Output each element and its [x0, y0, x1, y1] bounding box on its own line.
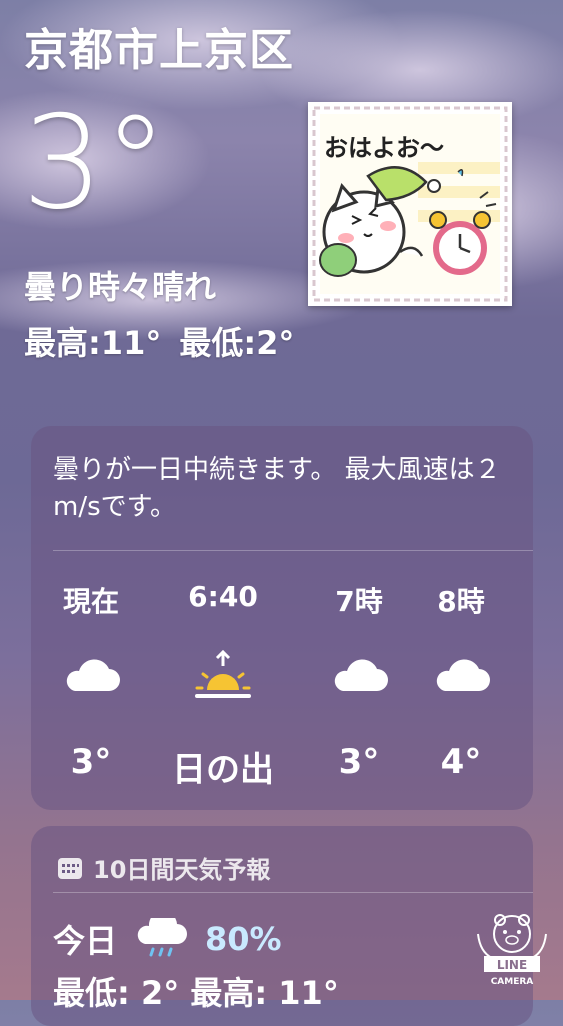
sunrise-icon [161, 638, 285, 712]
weather-condition: 曇り時々晴れ [24, 268, 217, 306]
cat-sticker-illustration: おはよお〜 [308, 102, 512, 306]
hour-label: 6:40 [188, 580, 258, 613]
calendar-icon [58, 857, 82, 879]
hour-item-8[interactable]: 8時 4° [401, 580, 521, 782]
good-morning-sticker: おはよお〜 [308, 102, 512, 306]
hour-label: 現在 [62, 585, 119, 618]
precip-chance: 80% [205, 920, 282, 958]
day-label: 今日 [53, 922, 118, 960]
day-row-today[interactable]: 今日 80% [53, 916, 282, 962]
ten-day-title: 10日間天気予報 [93, 856, 271, 884]
line-camera-watermark: LINE CAMERA [472, 912, 552, 990]
watermark-brand: LINE [497, 958, 527, 972]
cloud-icon [401, 638, 521, 712]
rain-cloud-icon [137, 918, 188, 957]
hour-temp: 4° [440, 742, 482, 782]
current-temperature: 3° [22, 89, 168, 238]
sticker-text: おはよお〜 [324, 134, 444, 162]
hourly-forecast-card[interactable]: 曇りが一日中続きます。 最大風速は２m/sです。 現在 3° 6:40 日の出 … [31, 426, 533, 810]
high-low: 最高:11° 最低:2° [24, 318, 312, 364]
high-temp: 最高:11° [24, 324, 162, 362]
ten-day-header: 10日間天気予報 [57, 850, 270, 885]
low-temp: 最低:2° [179, 324, 295, 362]
forecast-summary: 曇りが一日中続きます。 最大風速は２m/sです。 [53, 455, 501, 522]
hour-temp: 日の出 [172, 750, 274, 790]
watermark-sub: CAMERA [491, 977, 534, 987]
hour-item-sunrise[interactable]: 6:40 日の出 [161, 580, 285, 791]
card-divider [53, 550, 533, 551]
city-name: 京都市上京区 [24, 25, 294, 76]
hour-label: 8時 [437, 585, 485, 618]
cloud-icon [31, 638, 151, 712]
card-divider [53, 892, 533, 893]
hour-item-now[interactable]: 現在 3° [31, 580, 151, 782]
hour-temp: 3° [70, 742, 112, 782]
day-low-high: 最低: 2° 最高: 11° [53, 974, 339, 1012]
ten-day-forecast-card[interactable]: 10日間天気予報 今日 80% 最低: 2° 最高: 11° [31, 826, 533, 1026]
